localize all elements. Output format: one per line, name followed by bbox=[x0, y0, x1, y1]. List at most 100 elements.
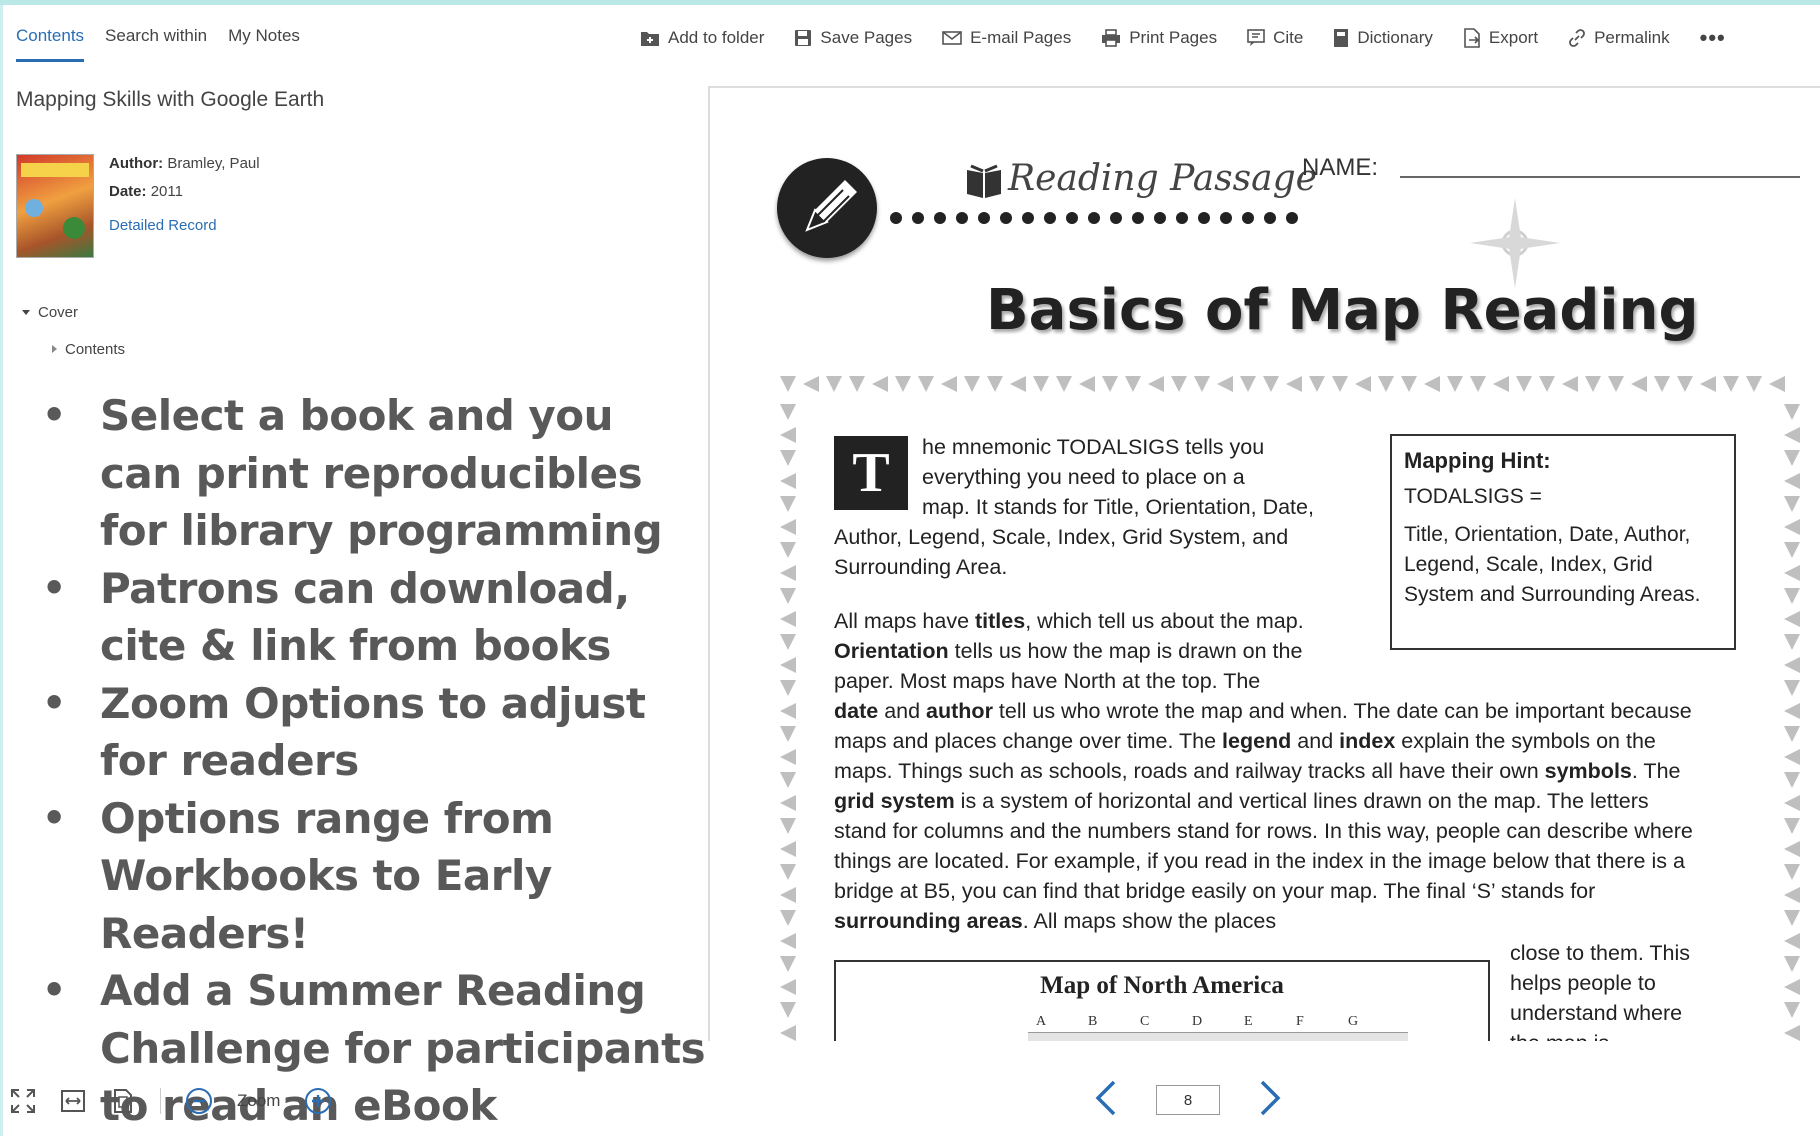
chevron-right-icon bbox=[1260, 1080, 1281, 1115]
dotted-divider bbox=[890, 212, 1298, 224]
zoom-in-icon bbox=[305, 1088, 332, 1114]
border-triangle bbox=[1784, 979, 1800, 995]
border-triangle bbox=[1194, 376, 1210, 392]
border-triangle bbox=[780, 956, 796, 972]
fullscreen-icon bbox=[11, 1089, 35, 1113]
border-triangle bbox=[780, 979, 796, 995]
save-pages-button[interactable]: Save Pages bbox=[794, 28, 912, 48]
caret-down-icon bbox=[22, 309, 30, 315]
border-triangle bbox=[1677, 376, 1693, 392]
border-triangle bbox=[1784, 473, 1800, 489]
passage-paragraph-intro: All maps have titles, which tell us abou… bbox=[834, 606, 1354, 696]
border-triangle bbox=[780, 634, 796, 650]
detailed-record-link[interactable]: Detailed Record bbox=[109, 212, 260, 240]
bullet-text: Options range from Workbooks to Early Re… bbox=[100, 793, 554, 958]
border-triangle bbox=[1125, 376, 1141, 392]
passage-fragment: . All maps show the places bbox=[1022, 909, 1277, 933]
more-options-button[interactable]: ••• bbox=[1700, 25, 1726, 51]
dictionary-button[interactable]: Dictionary bbox=[1333, 28, 1433, 48]
border-triangle bbox=[1539, 376, 1555, 392]
border-triangle bbox=[780, 611, 796, 627]
border-triangle bbox=[1263, 376, 1279, 392]
cite-label: Cite bbox=[1273, 28, 1304, 47]
book-cover-thumbnail[interactable] bbox=[16, 154, 94, 258]
border-triangle bbox=[1171, 376, 1187, 392]
passage-paragraph-body: date and author tell us who wrote the ma… bbox=[834, 696, 1704, 936]
border-triangle bbox=[1217, 376, 1233, 392]
page-viewer[interactable]: Reading Passage NAME: Basics of Map Read… bbox=[710, 86, 1820, 1041]
folder-add-icon bbox=[641, 32, 659, 46]
author-label: Author: bbox=[109, 155, 164, 172]
add-to-folder-label: Add to folder bbox=[668, 28, 765, 47]
fit-page-button[interactable] bbox=[110, 1088, 136, 1114]
permalink-button[interactable]: Permalink bbox=[1568, 28, 1670, 48]
border-triangle bbox=[1148, 376, 1164, 392]
border-triangle bbox=[1723, 376, 1739, 392]
mapping-hint-box: Mapping Hint: TODALSIGS = Title, Orienta… bbox=[1390, 434, 1736, 650]
border-triangle bbox=[1784, 864, 1800, 880]
toc-item-cover[interactable]: Cover bbox=[22, 302, 125, 322]
passage-fragment: and bbox=[1291, 729, 1340, 753]
border-triangle bbox=[1784, 634, 1800, 650]
border-triangle bbox=[780, 404, 796, 420]
export-icon bbox=[1464, 28, 1480, 48]
table-of-contents: Cover Contents bbox=[22, 302, 125, 376]
cite-icon bbox=[1247, 29, 1265, 46]
email-pages-button[interactable]: E-mail Pages bbox=[942, 28, 1071, 48]
border-triangle bbox=[1784, 588, 1800, 604]
border-triangle bbox=[1401, 376, 1417, 392]
border-triangle bbox=[1784, 795, 1800, 811]
border-triangle bbox=[1240, 376, 1256, 392]
bullet-dot: • bbox=[42, 968, 66, 1012]
fullscreen-button[interactable] bbox=[10, 1088, 36, 1114]
border-triangle bbox=[1378, 376, 1394, 392]
cover-globe-graphic bbox=[25, 199, 43, 217]
cite-button[interactable]: Cite bbox=[1247, 28, 1303, 48]
tab-search-within[interactable]: Search within bbox=[105, 22, 207, 62]
page-number-input[interactable] bbox=[1156, 1085, 1220, 1115]
toc-item-contents[interactable]: Contents bbox=[52, 339, 125, 359]
border-triangle bbox=[895, 376, 911, 392]
border-triangle bbox=[1784, 703, 1800, 719]
border-triangle bbox=[1784, 542, 1800, 558]
save-icon bbox=[795, 30, 812, 46]
chevron-left-icon bbox=[1095, 1080, 1116, 1115]
border-triangle bbox=[1784, 565, 1800, 581]
passage-keyword: grid system bbox=[834, 789, 955, 813]
border-triangle bbox=[780, 565, 796, 581]
border-triangle bbox=[780, 496, 796, 512]
border-triangle bbox=[826, 376, 842, 392]
map-title: Map of North America bbox=[1040, 972, 1284, 999]
add-to-folder-button[interactable]: Add to folder bbox=[640, 28, 764, 48]
author-row: Author: Bramley, Paul bbox=[109, 150, 260, 178]
border-triangle bbox=[803, 376, 819, 392]
border-triangle bbox=[1784, 611, 1800, 627]
zoom-in-button[interactable] bbox=[304, 1087, 332, 1115]
previous-page-button[interactable] bbox=[1090, 1078, 1120, 1123]
passage-fragment: and bbox=[878, 699, 927, 723]
export-button[interactable]: Export bbox=[1463, 28, 1538, 48]
border-triangle bbox=[1056, 376, 1072, 392]
zoom-out-icon bbox=[186, 1088, 212, 1114]
feature-bullet-list: • Select a book and you can print reprodu… bbox=[38, 387, 708, 1135]
map-column-label: E bbox=[1244, 1014, 1253, 1029]
bullet-text: Patrons can download, cite & link from b… bbox=[100, 563, 630, 671]
next-page-button[interactable] bbox=[1256, 1078, 1286, 1123]
fit-width-button[interactable] bbox=[60, 1088, 86, 1114]
fit-width-icon bbox=[61, 1090, 85, 1112]
border-triangle bbox=[1332, 376, 1348, 392]
border-triangle bbox=[1784, 680, 1800, 696]
border-triangle bbox=[1784, 956, 1800, 972]
border-triangle bbox=[780, 818, 796, 834]
border-triangle bbox=[987, 376, 1003, 392]
print-pages-button[interactable]: Print Pages bbox=[1101, 28, 1217, 48]
tab-contents[interactable]: Contents bbox=[16, 22, 85, 62]
dictionary-label: Dictionary bbox=[1357, 28, 1433, 47]
page-heading: Basics of Map Reading bbox=[986, 278, 1699, 343]
email-pages-label: E-mail Pages bbox=[970, 28, 1072, 47]
border-triangle bbox=[1784, 772, 1800, 788]
tab-my-notes[interactable]: My Notes bbox=[228, 22, 300, 62]
hint-equation: TODALSIGS = bbox=[1404, 485, 1542, 508]
passage-keyword: Orientation bbox=[834, 639, 949, 663]
zoom-out-button[interactable] bbox=[185, 1087, 213, 1115]
